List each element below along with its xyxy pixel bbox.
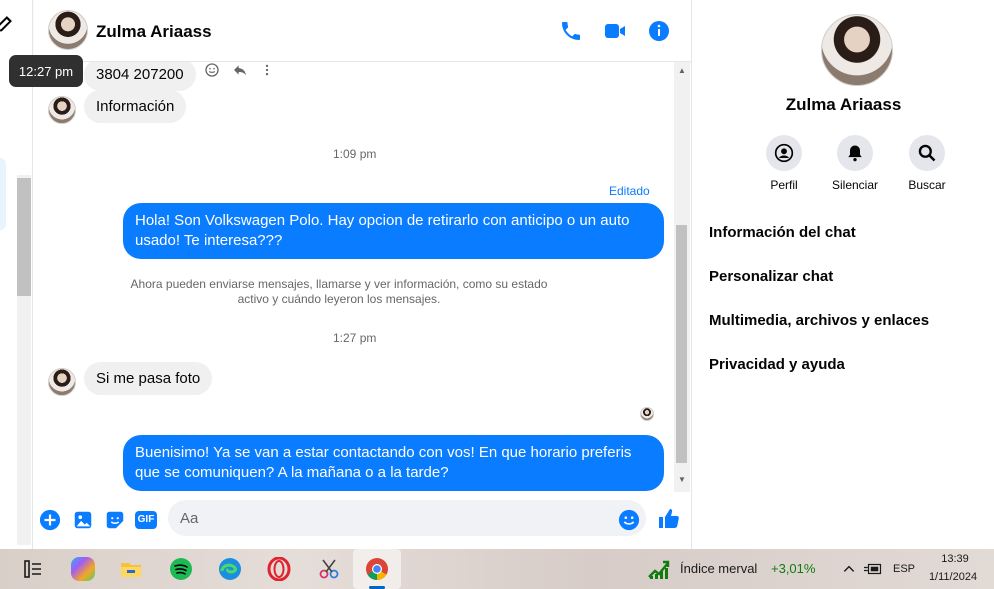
stock-chart-icon[interactable] (647, 557, 671, 581)
outgoing-message-reply[interactable]: Buenisimo! Ya se van a estar contactando… (123, 435, 664, 491)
section-privacy-help[interactable]: Privacidad y ayuda ⌄ (709, 356, 994, 373)
chat-header: Zulma Ariaass (34, 0, 691, 62)
search-icon (918, 144, 936, 162)
copilot-icon[interactable] (71, 557, 95, 581)
section-label: Multimedia, archivos y enlaces (709, 312, 930, 329)
section-label: Personalizar chat (709, 268, 834, 285)
reply-icon[interactable] (231, 62, 249, 78)
bell-icon (848, 145, 862, 162)
info-icon[interactable] (647, 19, 671, 43)
system-note-line: activo y cuándo leyeron los mensajes. (237, 292, 441, 306)
section-label: Información del chat (709, 224, 856, 241)
search-button-label: Buscar (908, 178, 946, 192)
system-note: Ahora pueden enviarse mensajes, llamarse… (114, 277, 564, 307)
selected-conversation-highlight (0, 158, 6, 230)
like-thumb-icon[interactable] (657, 507, 681, 531)
search-button[interactable]: Buscar (897, 135, 957, 192)
widget-label[interactable]: Índice merval (680, 561, 757, 576)
language-indicator[interactable]: ESP (893, 563, 915, 575)
mute-button-label: Silenciar (831, 178, 879, 192)
section-customize-chat[interactable]: Personalizar chat ⌄ (709, 268, 994, 285)
user-icon (774, 143, 794, 163)
chrome-icon[interactable] (365, 557, 389, 581)
message-thread: 3804 207200 Información 1:09 pm Editado … (34, 62, 674, 492)
opera-icon[interactable] (267, 557, 291, 581)
outgoing-message-offer[interactable]: Hola! Son Volkswagen Polo. Hay opcion de… (123, 203, 664, 259)
sticker-icon[interactable] (104, 509, 126, 531)
timestamp: 1:27 pm (333, 331, 377, 345)
profile-name: Zulma Ariaass (785, 95, 902, 114)
photo-icon[interactable] (72, 509, 94, 531)
contact-avatar[interactable] (48, 10, 88, 50)
plus-circle-icon[interactable] (39, 509, 61, 531)
incoming-message-info[interactable]: Información (84, 90, 187, 123)
time-tooltip: 12:27 pm (9, 55, 83, 87)
gif-button[interactable]: GIF (135, 511, 157, 529)
task-view-icon[interactable] (21, 557, 45, 581)
scroll-down-arrow-icon[interactable]: ▼ (677, 475, 687, 485)
incoming-message-phone[interactable]: 3804 207200 (84, 62, 196, 91)
section-chat-info[interactable]: Información del chat ⌄ (709, 224, 994, 241)
message-input[interactable] (168, 500, 646, 536)
clock-date[interactable]: 1/11/2024 (921, 571, 985, 583)
message-scroll-thumb[interactable] (676, 225, 687, 463)
clock-time[interactable]: 13:39 (925, 553, 985, 565)
edited-label[interactable]: Editado (609, 184, 650, 198)
more-options-icon[interactable] (260, 62, 274, 78)
windows-taskbar: Índice merval +3,01% ESP 13:39 1/11/2024 (0, 549, 994, 589)
seen-receipt-avatar (640, 407, 654, 421)
spotify-icon[interactable] (169, 557, 193, 581)
section-media-files[interactable]: Multimedia, archivos y enlaces ⌄ (709, 312, 994, 329)
conversation-list-scroll-thumb[interactable] (17, 178, 31, 296)
widget-value[interactable]: +3,01% (771, 561, 815, 576)
message-composer: GIF (34, 492, 691, 549)
profile-button-label: Perfil (770, 178, 798, 192)
file-explorer-icon[interactable] (119, 557, 143, 581)
snipping-tool-icon[interactable] (317, 557, 341, 581)
emoji-icon[interactable] (618, 509, 640, 531)
profile-button[interactable]: Perfil (754, 135, 814, 192)
scroll-up-arrow-icon[interactable]: ▲ (677, 66, 687, 76)
message-avatar[interactable] (48, 368, 76, 396)
system-note-line: Ahora pueden enviarse mensajes, llamarse… (130, 277, 548, 291)
incoming-message-photo[interactable]: Si me pasa foto (84, 362, 213, 395)
contact-name[interactable]: Zulma Ariaass (96, 22, 212, 42)
video-call-icon[interactable] (603, 19, 627, 43)
chat-details-panel: Zulma Ariaass Perfil Silenciar Buscar In… (691, 0, 994, 549)
phone-icon[interactable] (559, 19, 583, 43)
react-icon[interactable] (204, 62, 220, 78)
edge-icon[interactable] (218, 557, 242, 581)
mute-button[interactable]: Silenciar (825, 135, 885, 192)
chevron-up-icon[interactable] (842, 562, 856, 576)
timestamp: 1:09 pm (333, 147, 377, 161)
profile-avatar[interactable] (821, 14, 893, 86)
compose-icon[interactable] (0, 12, 16, 34)
message-avatar[interactable] (48, 96, 76, 124)
section-label: Privacidad y ayuda (709, 356, 845, 373)
battery-power-icon[interactable] (864, 562, 882, 576)
